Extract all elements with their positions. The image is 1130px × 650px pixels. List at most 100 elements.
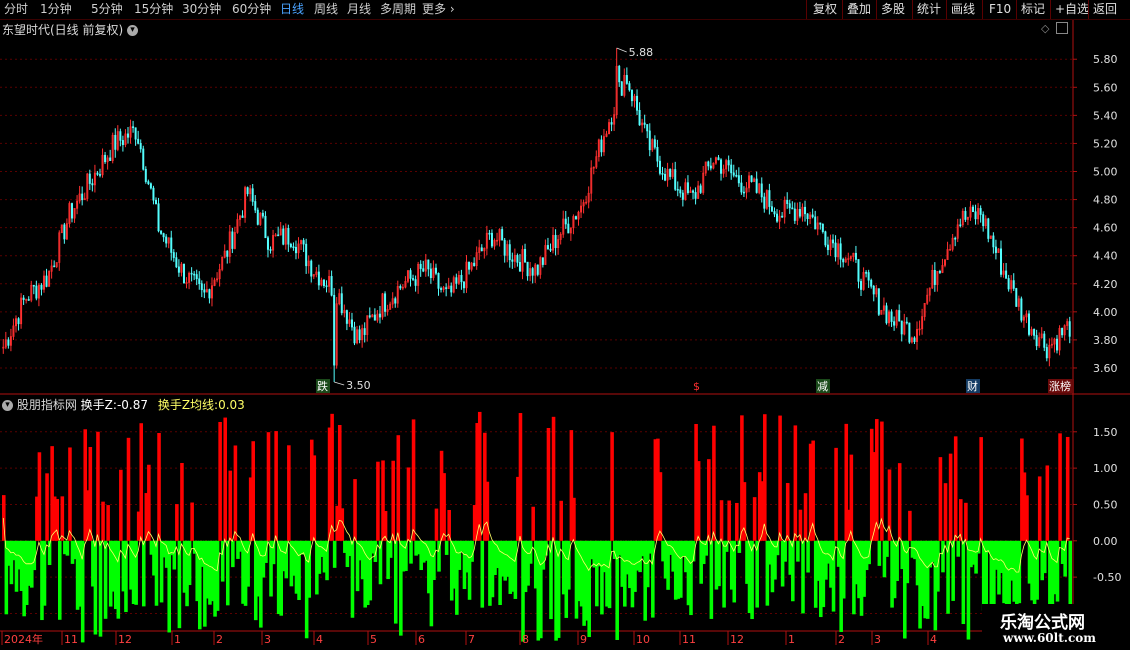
turnover-z-bar xyxy=(1009,540,1014,581)
candle-body xyxy=(544,245,547,265)
period-60min[interactable]: 60分钟 xyxy=(232,2,271,17)
candle-body xyxy=(865,272,868,274)
turnover-z-bar xyxy=(724,540,729,552)
stock-title-text: 东望时代(日线 前复权) xyxy=(2,23,124,37)
turnover-z-bar xyxy=(452,540,457,589)
candle-body xyxy=(557,239,560,249)
candle-body xyxy=(643,122,646,125)
candle-body xyxy=(274,234,277,237)
turnover-z-bar xyxy=(503,540,507,581)
draw-line-button[interactable]: 画线 xyxy=(951,2,975,17)
date-tick-label: 2 xyxy=(838,633,845,646)
candle-body xyxy=(793,208,796,221)
candle-body xyxy=(905,321,908,324)
candle-body xyxy=(241,215,244,218)
candle-body xyxy=(462,281,465,289)
turnover-z-bar xyxy=(29,540,34,588)
period-1min[interactable]: 1分钟 xyxy=(40,2,72,17)
candle-body xyxy=(590,167,593,194)
candle-body xyxy=(345,310,348,324)
candle-body xyxy=(300,240,303,245)
indicator-name[interactable]: 股朋指标网 xyxy=(17,398,77,412)
overlay-button[interactable]: 叠加 xyxy=(847,2,871,17)
candle-body xyxy=(646,124,649,132)
turnover-z-bar xyxy=(60,496,65,541)
candle-body xyxy=(236,219,239,233)
turnover-z-bar xyxy=(307,540,311,598)
turnover-z-bar xyxy=(551,416,556,541)
back-button[interactable]: 返回 xyxy=(1093,2,1117,17)
turnover-z-average-line xyxy=(2,517,1070,573)
statistics-button[interactable]: 统计 xyxy=(917,2,941,17)
turnover-z-bar xyxy=(791,540,795,602)
turnover-z-bar xyxy=(271,540,276,565)
turnover-z-bar xyxy=(511,540,515,592)
period-multi[interactable]: 多周期 xyxy=(380,2,416,17)
turnover-z-bar xyxy=(488,540,492,606)
candle-body xyxy=(750,175,753,182)
period-5min[interactable]: 5分钟 xyxy=(91,2,123,17)
candle-body xyxy=(679,189,682,194)
period-daily[interactable]: 日线 xyxy=(280,2,304,17)
turnover-z-bar xyxy=(141,540,146,607)
candle-body xyxy=(674,169,677,190)
chevron-down-icon[interactable]: ▾ xyxy=(2,400,13,411)
turnover-z-bar xyxy=(432,540,436,581)
turnover-z-bar xyxy=(40,540,44,621)
candle-body xyxy=(554,234,557,249)
candle-body xyxy=(857,259,860,282)
period-monthly[interactable]: 月线 xyxy=(347,2,371,17)
period-30min[interactable]: 30分钟 xyxy=(182,2,221,17)
turnover-z-bar xyxy=(17,540,21,570)
candle-body xyxy=(839,243,842,260)
turnover-z-bar xyxy=(890,540,894,608)
candle-body xyxy=(633,95,636,102)
candle-body xyxy=(653,139,656,148)
period-weekly[interactable]: 周线 xyxy=(314,2,338,17)
turnover-z-bar xyxy=(281,540,286,572)
turnover-z-bar xyxy=(419,540,423,571)
turnover-z-bar xyxy=(523,540,528,593)
turnover-z-bar xyxy=(905,540,910,584)
mark-button[interactable]: 标记 xyxy=(1021,2,1045,17)
event-marker-bg xyxy=(316,379,330,393)
candle-body xyxy=(101,154,104,176)
candle-body xyxy=(60,224,63,234)
candle-body xyxy=(325,285,328,287)
turnover-z-bar xyxy=(269,540,273,597)
candle-body xyxy=(956,224,959,239)
turnover-z-bar xyxy=(416,540,421,555)
add-watchlist-button[interactable]: +自选 xyxy=(1055,2,1089,17)
stock-title[interactable]: 东望时代(日线 前复权) ▾ xyxy=(2,21,139,38)
turnover-z-bar xyxy=(429,540,434,627)
chevron-down-icon[interactable]: ▾ xyxy=(127,25,139,36)
turnover-z-bar xyxy=(266,432,271,541)
candle-body xyxy=(745,187,748,193)
turnover-z-bar xyxy=(299,540,304,555)
restore-rights-button[interactable]: 复权 xyxy=(813,2,837,17)
candle-body xyxy=(552,234,555,251)
maximize-icon[interactable] xyxy=(1056,22,1068,34)
turnover-z-bar xyxy=(253,540,258,621)
event-marker-bg xyxy=(1048,379,1074,393)
period-intraday[interactable]: 分时 xyxy=(4,2,28,17)
turnover-z-bar xyxy=(294,540,299,594)
period-more[interactable]: 更多 › xyxy=(422,2,455,17)
diamond-icon[interactable]: ◇ xyxy=(1041,22,1049,35)
turnover-z-bar xyxy=(615,540,619,640)
candle-body xyxy=(669,169,672,177)
turnover-z-bar xyxy=(831,540,836,612)
candle-body xyxy=(328,276,331,287)
period-15min[interactable]: 15分钟 xyxy=(134,2,173,17)
turnover-z-bar xyxy=(52,496,57,541)
candle-body xyxy=(620,81,623,96)
turnover-z-bar xyxy=(421,540,426,563)
candle-body xyxy=(7,339,10,346)
turnover-z-bar xyxy=(119,469,123,541)
f10-button[interactable]: F10 xyxy=(989,2,1011,17)
candle-body xyxy=(709,165,712,169)
multi-stock-button[interactable]: 多股 xyxy=(881,2,905,17)
candle-body xyxy=(126,133,129,138)
turnover-z-bar xyxy=(600,540,604,615)
candle-body xyxy=(1066,321,1069,326)
